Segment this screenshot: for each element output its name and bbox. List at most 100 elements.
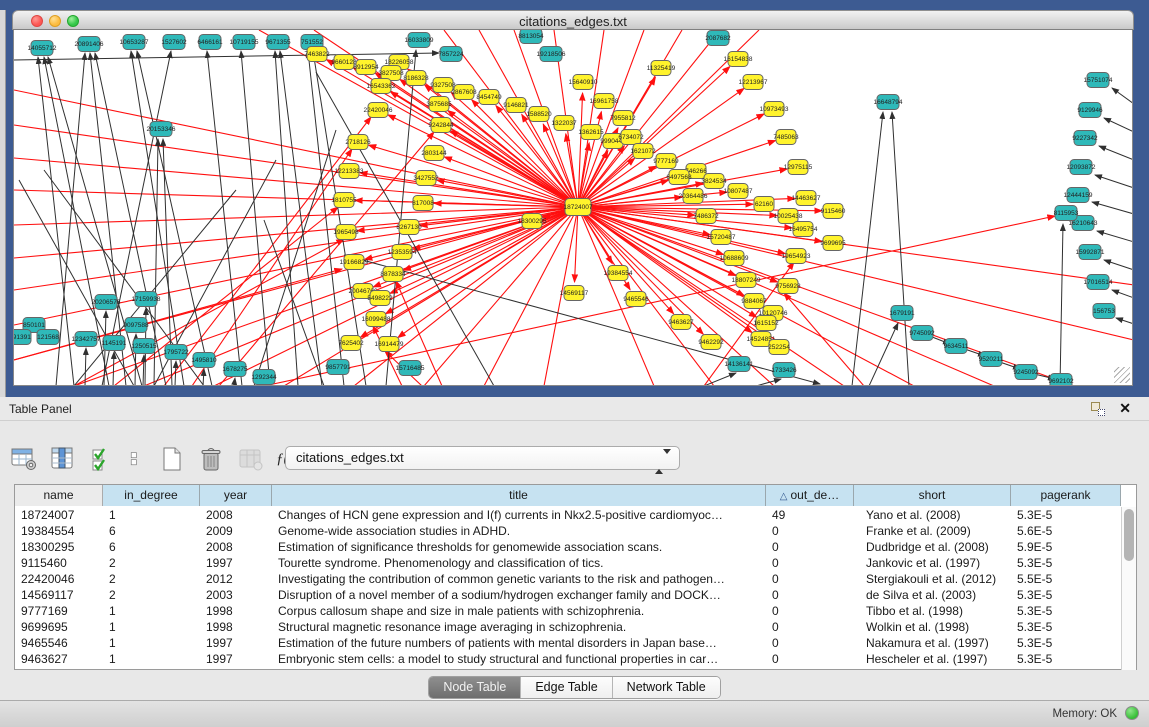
graph-edge-black <box>1104 260 1133 270</box>
table-cell: Genome-wide association studies in ADHD. <box>272 523 766 539</box>
graph-node-label: 9227342 <box>1072 135 1098 142</box>
graph-edge-black <box>1112 88 1133 104</box>
graph-node-label: 19166829 <box>340 259 369 266</box>
graph-node-label: 9745092 <box>909 330 935 337</box>
graph-node-label: 9327508 <box>430 82 456 89</box>
graph-node-label: 12353594 <box>388 249 417 256</box>
graph-node-label: 7857224 <box>438 51 464 58</box>
graph-edge-black <box>1112 290 1133 298</box>
select-all-columns-button[interactable] <box>89 446 117 472</box>
column-header-pagerank[interactable]: pagerank <box>1011 485 1121 506</box>
table-row[interactable]: 1830029562008Estimation of significance … <box>15 539 1121 555</box>
graph-node-label: 19218506 <box>537 51 566 58</box>
graph-edge-red <box>373 326 402 386</box>
table-cell: 18300295 <box>15 539 103 555</box>
network-canvas-svg[interactable]: 1405571220891406106532871527602646616110… <box>14 30 1133 386</box>
graph-node-label: 62160 <box>755 201 773 208</box>
graph-node-label: 1615152 <box>753 320 779 327</box>
table-cell: 0 <box>766 539 854 555</box>
graph-node-label: 8912954 <box>353 64 379 71</box>
graph-node-label: 9465546 <box>623 296 649 303</box>
graph-node-label: 16961758 <box>590 98 619 105</box>
graph-node-label: 20891406 <box>75 41 104 48</box>
graph-node-label: 12093872 <box>1067 164 1096 171</box>
column-header-in_degree[interactable]: in_degree <box>103 485 200 506</box>
tab-node-table[interactable]: Node Table <box>429 677 521 698</box>
table-source-dropdown[interactable]: citations_edges.txt <box>285 446 680 470</box>
column-header-name[interactable]: name <box>15 485 103 506</box>
graph-node-label: 6497568 <box>666 174 692 181</box>
graph-node-label: 2803144 <box>421 150 447 157</box>
graph-node-label: 1292344 <box>251 374 277 381</box>
table-cell: 2 <box>103 587 200 603</box>
column-header-title[interactable]: title <box>272 485 766 506</box>
graph-node-label: 15720487 <box>707 234 736 241</box>
graph-node-label: 9777169 <box>653 158 679 165</box>
table-row[interactable]: 911546021997Tourette syndrome. Phenomeno… <box>15 555 1121 571</box>
tab-network-table[interactable]: Network Table <box>613 677 720 698</box>
graph-node-label: 10973493 <box>760 106 789 113</box>
table-cell: Dudbridge et al. (2008) <box>854 539 1011 555</box>
column-header-out_de[interactable]: △out_de… <box>766 485 854 506</box>
table-row[interactable]: 946362711997Embryonic stem cells: a mode… <box>15 651 1121 667</box>
graph-node-label: 9463627 <box>668 319 694 326</box>
graph-node-label: 121568 <box>37 334 59 341</box>
graph-node-label: 18724007 <box>564 204 593 211</box>
table-row[interactable]: 1872400712008Changes of HCN gene express… <box>15 507 1121 523</box>
scrollbar-thumb[interactable] <box>1124 509 1134 561</box>
table-cell: 1 <box>103 651 200 667</box>
graph-edge-black <box>892 112 909 386</box>
table-cell: Investigating the contribution of common… <box>272 571 766 587</box>
graph-node-label: 15751074 <box>1084 77 1113 84</box>
table-settings-button[interactable] <box>10 446 38 472</box>
table-row[interactable]: 1456911722003Disruption of a novel membe… <box>15 587 1121 603</box>
column-header-year[interactable]: year <box>200 485 272 506</box>
graph-edge-black <box>85 348 86 386</box>
graph-node-label: 12975115 <box>784 164 813 171</box>
table-cell: 2003 <box>200 587 272 603</box>
table-cell: 1 <box>103 603 200 619</box>
close-panel-icon[interactable]: ✕ <box>1119 400 1131 417</box>
table-cell: 0 <box>766 651 854 667</box>
graph-node-label: 817008 <box>412 200 434 207</box>
table-row[interactable]: 2242004622012Investigating the contribut… <box>15 571 1121 587</box>
graph-node-label: 16154838 <box>724 56 753 63</box>
table-cell: Tourette syndrome. Phenomenology and cla… <box>272 555 766 571</box>
table-row[interactable]: 946554611997Estimation of the future num… <box>15 635 1121 651</box>
table-vertical-scrollbar[interactable] <box>1121 507 1136 670</box>
float-panel-icon[interactable] <box>1091 402 1105 416</box>
graph-node-label: 6466161 <box>197 39 223 46</box>
unselect-columns-button[interactable] <box>128 446 146 472</box>
table-row[interactable]: 969969511998Structural magnetic resonanc… <box>15 619 1121 635</box>
graph-node-label: 10653287 <box>120 39 149 46</box>
graph-node-label: 850101 <box>23 322 45 329</box>
table-cell: 0 <box>766 523 854 539</box>
column-header-short[interactable]: short <box>854 485 1011 506</box>
memory-status-indicator[interactable] <box>1125 706 1139 720</box>
graph-node-label: 20153346 <box>147 126 176 133</box>
table-cell: 5.3E-5 <box>1011 603 1121 619</box>
column-visibility-button[interactable] <box>49 446 77 472</box>
new-table-button[interactable] <box>158 446 186 472</box>
table-cell: 5.3E-5 <box>1011 587 1121 603</box>
graph-node-label: 7486372 <box>693 213 719 220</box>
graph-edge-black <box>869 323 898 386</box>
graph-edge-black <box>234 378 235 386</box>
table-cell: 1 <box>103 507 200 523</box>
network-window-titlebar[interactable]: citations_edges.txt <box>12 10 1134 30</box>
table-row[interactable]: 977716911998Corpus callosum shape and si… <box>15 603 1121 619</box>
tab-edge-table[interactable]: Edge Table <box>521 677 612 698</box>
table-toolbar: ƒ(x) citations_edges.txt <box>10 446 306 476</box>
network-canvas[interactable]: 1405571220891406106532871527602646616110… <box>13 30 1133 386</box>
graph-node-label: 7463822 <box>304 51 330 58</box>
table-cell: de Silva et al. (2003) <box>854 587 1011 603</box>
resize-grip[interactable] <box>1114 367 1130 383</box>
import-table-button-disabled <box>237 446 265 472</box>
table-cell: 0 <box>766 619 854 635</box>
table-row[interactable]: 1938455462009Genome-wide association stu… <box>15 523 1121 539</box>
delete-table-button[interactable] <box>197 446 225 472</box>
table-cell: 2 <box>103 571 200 587</box>
graph-edge-black <box>1060 224 1063 386</box>
sort-ascending-icon: △ <box>780 491 788 502</box>
table-cell: Corpus callosum shape and size in male p… <box>272 603 766 619</box>
